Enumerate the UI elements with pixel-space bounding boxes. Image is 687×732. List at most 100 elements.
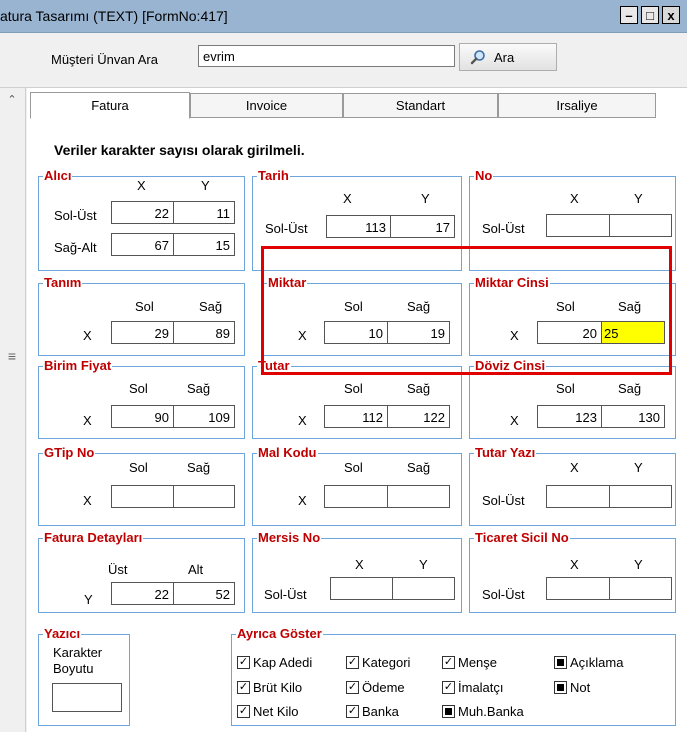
checkbox-açıklama[interactable]: Açıklama <box>554 655 623 670</box>
checkmark-icon[interactable]: ✓ <box>237 705 250 718</box>
checkmark-icon[interactable]: ✓ <box>442 656 455 669</box>
tab-fatura[interactable]: Fatura <box>30 92 190 119</box>
minimize-button[interactable]: – <box>620 6 638 24</box>
fatura-detaylari-alt-input[interactable] <box>173 582 235 605</box>
gtip-no-sag-input[interactable] <box>173 485 235 508</box>
column-label-y: Y <box>419 557 428 572</box>
checkbox-label: Kap Adedi <box>253 655 313 670</box>
character-size-label: Karakter Boyutu <box>53 645 103 676</box>
checkbox-label: Menşe <box>458 655 498 670</box>
no-x-input[interactable] <box>546 214 610 237</box>
checkbox-banka[interactable]: ✓ Banka <box>346 704 399 719</box>
close-button[interactable]: x <box>662 6 680 24</box>
checkmark-icon[interactable]: ✓ <box>237 681 250 694</box>
mersis-no-y-input[interactable] <box>392 577 455 600</box>
indeterminate-icon[interactable] <box>554 681 567 694</box>
checkbox-kap-adedi[interactable]: ✓ Kap Adedi <box>237 655 312 670</box>
group-title: Fatura Detayları <box>43 530 144 546</box>
group-doviz-cinsi: Döviz Cinsi Sol Sağ X <box>469 358 676 439</box>
group-title: Alıcı <box>43 168 73 184</box>
mal-kodu-sag-input[interactable] <box>387 485 450 508</box>
alici-sag-alt-y-input[interactable] <box>173 233 235 256</box>
column-label-sag: Sağ <box>187 460 211 475</box>
alici-sag-alt-x-input[interactable] <box>111 233 174 256</box>
checkbox-not[interactable]: Not <box>554 680 590 695</box>
checkbox-brüt-kilo[interactable]: ✓ Brüt Kilo <box>237 680 302 695</box>
checkbox-net-kilo[interactable]: ✓ Net Kilo <box>237 704 299 719</box>
tab-standart[interactable]: Standart <box>343 93 498 118</box>
row-label-x: X <box>83 413 92 428</box>
tarih-y-input[interactable] <box>390 215 455 238</box>
checkmark-icon[interactable]: ✓ <box>346 705 359 718</box>
tanim-sag-input[interactable] <box>173 321 235 344</box>
checkmark-icon[interactable]: ✓ <box>442 681 455 694</box>
chevron-up-icon[interactable]: ⌃ <box>2 91 22 107</box>
left-splitter[interactable]: ⌃ ≡ <box>0 88 26 732</box>
indeterminate-icon[interactable] <box>554 656 567 669</box>
row-label-x: X <box>83 493 92 508</box>
group-title: No <box>474 168 494 184</box>
checkmark-icon[interactable]: ✓ <box>346 681 359 694</box>
doviz-cinsi-sag-input[interactable] <box>601 405 665 428</box>
no-y-input[interactable] <box>609 214 672 237</box>
checkmark-icon[interactable]: ✓ <box>237 656 250 669</box>
group-mal-kodu: Mal Kodu Sol Sağ X <box>252 445 462 526</box>
customer-search-input[interactable] <box>198 45 455 67</box>
checkbox-muh-banka[interactable]: Muh.Banka <box>442 704 524 719</box>
row-label-sol-ust: Sol-Üst <box>482 493 525 508</box>
doviz-cinsi-sol-input[interactable] <box>537 405 602 428</box>
checkbox-kategori[interactable]: ✓ Kategori <box>346 655 410 670</box>
column-label-x: X <box>137 178 146 193</box>
fatura-detaylari-ust-input[interactable] <box>111 582 174 605</box>
tutar-sag-input[interactable] <box>387 405 450 428</box>
group-tutar-yazi: Tutar Yazı X Y Sol-Üst <box>469 445 676 526</box>
checkbox-i-malatçı[interactable]: ✓ İmalatçı <box>442 680 504 695</box>
tab-irsaliye[interactable]: Irsaliye <box>498 93 656 118</box>
alici-sol-ust-x-input[interactable] <box>111 201 174 224</box>
column-label-sag: Sağ <box>618 381 642 396</box>
search-button[interactable]: Ara <box>459 43 557 71</box>
column-label-sag: Sağ <box>407 381 431 396</box>
indeterminate-icon[interactable] <box>442 705 455 718</box>
page-heading: Veriler karakter sayısı olarak girilmeli… <box>54 142 305 158</box>
checkmark-icon[interactable]: ✓ <box>346 656 359 669</box>
column-label-sol: Sol <box>129 460 148 475</box>
group-title: Ayrıca Göster <box>236 626 323 642</box>
tutar-yazi-y-input[interactable] <box>609 485 672 508</box>
group-fatura-detaylari: Fatura Detayları Üst Alt Y <box>38 530 245 613</box>
mersis-no-x-input[interactable] <box>330 577 393 600</box>
search-bar: Müşteri Ünvan Ara Ara <box>0 33 687 88</box>
column-label-sol: Sol <box>129 381 148 396</box>
group-alici: Alıcı X Y Sol-Üst Sağ-Alt <box>38 168 245 271</box>
maximize-button[interactable]: □ <box>641 6 659 24</box>
alici-sol-ust-y-input[interactable] <box>173 201 235 224</box>
tab-invoice[interactable]: Invoice <box>190 93 343 118</box>
tutar-sol-input[interactable] <box>324 405 388 428</box>
group-title: Tanım <box>43 275 83 291</box>
grip-icon[interactable]: ≡ <box>3 348 21 364</box>
tutar-yazi-x-input[interactable] <box>546 485 610 508</box>
checkbox-label: Not <box>570 680 591 695</box>
ticaret-sicil-no-y-input[interactable] <box>609 577 672 600</box>
tarih-x-input[interactable] <box>326 215 391 238</box>
column-label-y: Y <box>201 178 210 193</box>
checkbox-label: Net Kilo <box>253 704 299 719</box>
column-label-sol: Sol <box>344 460 363 475</box>
row-label-x: X <box>298 413 307 428</box>
group-title: Tutar Yazı <box>474 445 537 461</box>
birim-fiyat-sol-input[interactable] <box>111 405 174 428</box>
birim-fiyat-sag-input[interactable] <box>173 405 235 428</box>
column-label-sag: Sağ <box>187 381 211 396</box>
tanim-sol-input[interactable] <box>111 321 174 344</box>
checkbox-label: Brüt Kilo <box>253 680 303 695</box>
ticaret-sicil-no-x-input[interactable] <box>546 577 610 600</box>
column-label-y: Y <box>634 557 643 572</box>
column-label-x: X <box>570 191 579 206</box>
mal-kodu-sol-input[interactable] <box>324 485 388 508</box>
gtip-no-sol-input[interactable] <box>111 485 174 508</box>
character-size-input[interactable] <box>52 683 122 712</box>
checkbox-menşe[interactable]: ✓ Menşe <box>442 655 497 670</box>
row-label-sol-ust: Sol-Üst <box>264 587 307 602</box>
checkbox-ödeme[interactable]: ✓ Ödeme <box>346 680 405 695</box>
column-label-y: Y <box>634 191 643 206</box>
